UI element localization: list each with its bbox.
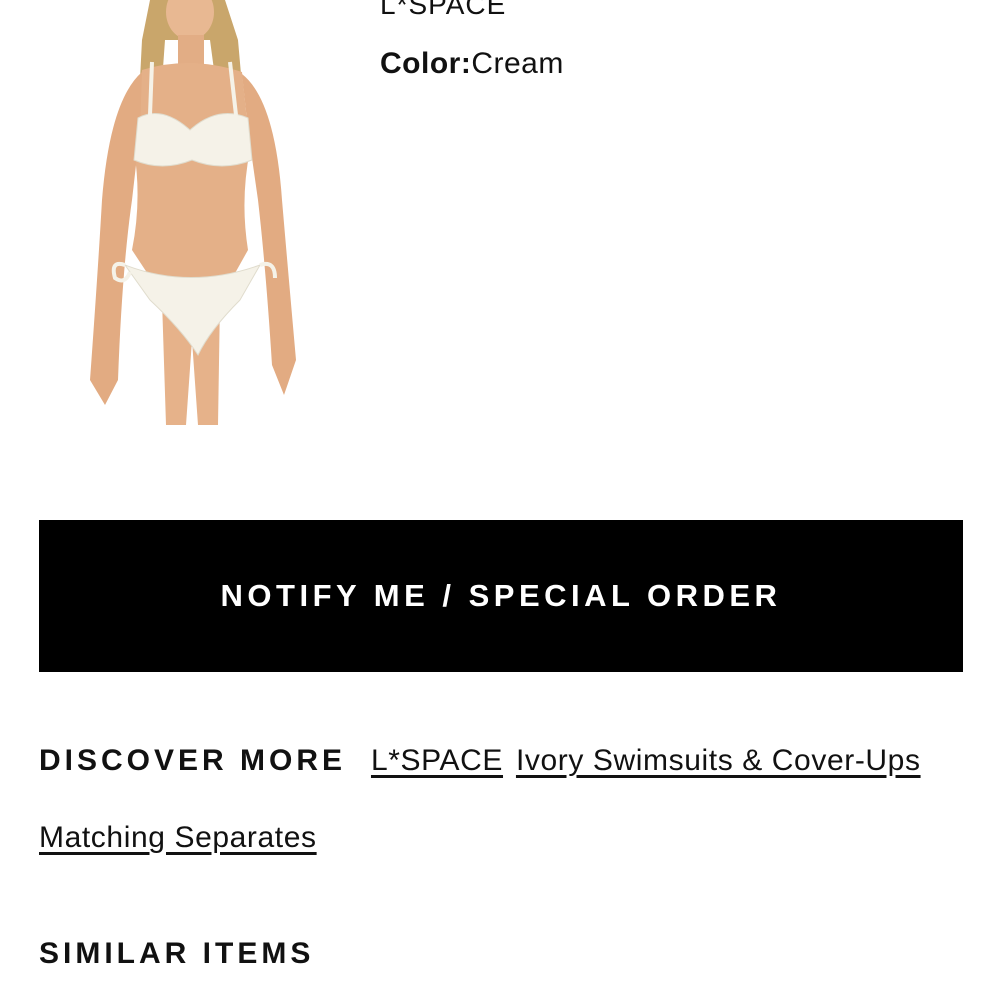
- discover-link-ivory-swimsuits[interactable]: Ivory Swimsuits & Cover-Ups: [516, 744, 921, 777]
- notify-me-button[interactable]: NOTIFY ME / SPECIAL ORDER: [39, 520, 963, 672]
- product-image[interactable]: [70, 0, 320, 425]
- similar-items-heading: SIMILAR ITEMS: [39, 937, 315, 970]
- discover-more-section: DISCOVER MORE L*SPACE Ivory Swimsuits & …: [39, 722, 969, 876]
- discover-link-brand[interactable]: L*SPACE: [371, 744, 503, 777]
- product-photo: [90, 0, 296, 425]
- color-value: Cream: [471, 47, 564, 80]
- discover-more-heading: DISCOVER MORE: [39, 744, 347, 777]
- discover-link-matching-separates[interactable]: Matching Separates: [39, 821, 317, 854]
- color-label: Color:: [380, 47, 472, 80]
- brand-name[interactable]: L*SPACE: [380, 0, 506, 20]
- product-page: L*SPACE Color:Cream NOTIFY ME / SPECIAL …: [0, 0, 1000, 1000]
- color-info: Color:Cream: [380, 46, 564, 82]
